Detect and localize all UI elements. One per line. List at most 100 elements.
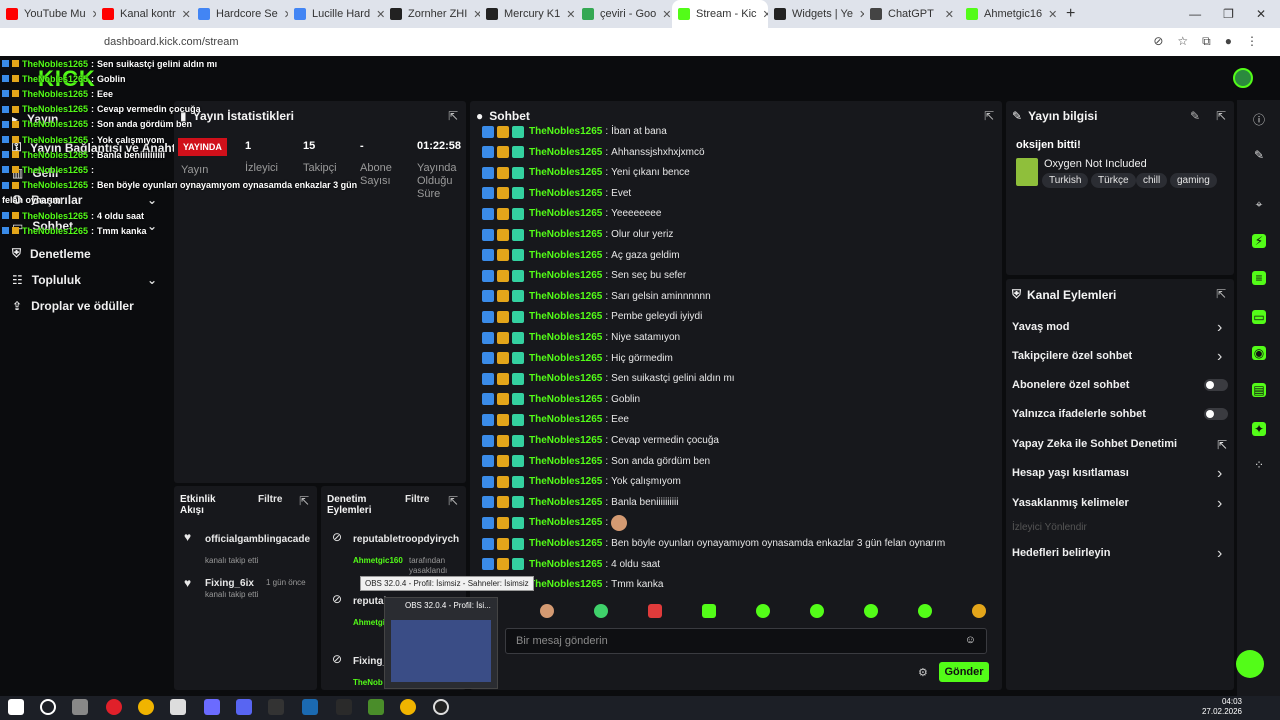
windows-start-icon[interactable] xyxy=(8,699,24,715)
chat-message[interactable]: TheNobles1265: Banla beniiiiiiiiii xyxy=(482,495,678,510)
chat-message[interactable]: TheNobles1265: Sen suikastçi gelini aldın… xyxy=(482,371,735,386)
chat-message[interactable]: TheNobles1265: Yeeeeeeee xyxy=(482,206,661,221)
popout-icon[interactable]: ⇱ xyxy=(1216,287,1226,301)
toggle-switch[interactable] xyxy=(1204,408,1228,420)
chat-message[interactable]: TheNobles1265: Eee xyxy=(482,412,629,427)
wrench-icon[interactable]: ✦ xyxy=(1252,422,1266,436)
chat-message[interactable]: TheNobles1265: Aç gaza geldim xyxy=(482,248,680,263)
bolt-icon[interactable]: ⚡ xyxy=(1252,234,1266,248)
browser-tab[interactable]: Ahmetgic16 ✕ xyxy=(960,0,1056,28)
chat-settings-icon[interactable]: ⚙ xyxy=(918,666,928,679)
chat-icon[interactable]: ▭ xyxy=(1252,310,1266,324)
channel-action-label[interactable]: Hedefleri belirleyin xyxy=(1012,547,1110,559)
apps-icon[interactable]: ⁘ xyxy=(1252,458,1266,472)
help-button[interactable] xyxy=(1236,650,1264,678)
browser-tab[interactable]: Stream - Kic ✕ xyxy=(672,0,768,28)
channel-action-label[interactable]: Yalnızca ifadelerle sohbet xyxy=(1012,408,1146,420)
send-button[interactable]: Gönder xyxy=(939,662,989,682)
clock[interactable]: 04:03 27.02.2026 xyxy=(1202,697,1242,717)
taskview-icon[interactable] xyxy=(72,699,88,715)
chat-username[interactable]: TheNobles1265 xyxy=(529,353,602,364)
opera-icon[interactable] xyxy=(106,699,122,715)
chat-message[interactable]: TheNobles1265: Olur olur yeriz xyxy=(482,227,673,242)
chat-username[interactable]: TheNobles1265 xyxy=(529,250,602,261)
mod-by[interactable]: Ahmetgic160 xyxy=(353,556,403,565)
app-icon[interactable] xyxy=(336,699,352,715)
chat-message[interactable]: TheNobles1265: xyxy=(482,514,628,531)
profile-icon[interactable]: ● xyxy=(1225,34,1232,49)
chevron-right-icon[interactable]: › xyxy=(1217,319,1222,337)
channel-action-label[interactable]: Yapay Zeka ile Sohbet Denetimi xyxy=(1012,438,1177,450)
browser-tab[interactable]: Hardcore Se✕ xyxy=(192,0,288,28)
chat-message[interactable]: TheNobles1265: Ahhanssjshxhxjxmcö xyxy=(482,145,705,160)
channel-action-label[interactable]: Abonelere özel sohbet xyxy=(1012,379,1129,391)
emote-icon[interactable] xyxy=(810,604,824,618)
nav-item[interactable]: ⛨ Denetleme xyxy=(12,246,91,261)
chat-username[interactable]: TheNobles1265 xyxy=(529,373,602,384)
stream-tag[interactable]: gaming xyxy=(1170,173,1217,188)
emote-icon[interactable] xyxy=(972,604,986,618)
eye-off-icon[interactable]: ⊘ xyxy=(1153,34,1163,49)
chat-message[interactable]: TheNobles1265: Hiç görmedim xyxy=(482,351,673,366)
chat-username[interactable]: TheNobles1265 xyxy=(529,394,602,405)
chat-username[interactable]: TheNobles1265 xyxy=(529,517,602,528)
list-icon[interactable]: ≡ xyxy=(1252,271,1266,285)
toggle-switch[interactable] xyxy=(1204,379,1228,391)
popout-icon[interactable]: ⇱ xyxy=(299,494,309,508)
chat-message[interactable]: TheNobles1265: Goblin xyxy=(482,392,640,407)
stream-tag[interactable]: Türkçe xyxy=(1091,173,1136,188)
close-tab-icon[interactable]: ✕ xyxy=(1048,8,1056,21)
chrome-icon[interactable] xyxy=(400,699,416,715)
focus-icon[interactable]: ⌖ xyxy=(1252,197,1266,211)
browser-tab[interactable]: çeviri - Goo ✕ xyxy=(576,0,672,28)
popout-icon[interactable]: ⇱ xyxy=(984,109,994,123)
mod-by[interactable]: Ahmetgi xyxy=(353,618,385,627)
maximize-icon[interactable]: ❐ xyxy=(1223,7,1234,21)
extensions-icon[interactable]: ⧉ xyxy=(1202,34,1211,49)
chat-username[interactable]: TheNobles1265 xyxy=(529,435,602,446)
chat-input[interactable]: Bir mesaj gönderin ☺ xyxy=(505,628,987,654)
obs-icon[interactable] xyxy=(433,699,449,715)
chat-username[interactable]: TheNobles1265 xyxy=(529,188,602,199)
nav-item[interactable]: ⇪ Droplar ve ödüller xyxy=(12,299,134,313)
store-icon[interactable] xyxy=(170,699,186,715)
channel-action-label[interactable]: Takipçilere özel sohbet xyxy=(1012,350,1132,362)
chat-message[interactable]: TheNobles1265: Pembe geleydi iyiydi xyxy=(482,309,702,324)
chat-message[interactable]: TheNobles1265: Niye satamıyon xyxy=(482,330,680,345)
emote-icon[interactable] xyxy=(648,604,662,618)
chat-username[interactable]: TheNobles1265 xyxy=(529,456,602,467)
chat-username[interactable]: TheNobles1265 xyxy=(529,291,602,302)
search-icon[interactable] xyxy=(40,699,56,715)
chat-username[interactable]: TheNobles1265 xyxy=(529,579,602,590)
chat-username[interactable]: TheNobles1265 xyxy=(529,311,602,322)
emote-icon[interactable] xyxy=(702,604,716,618)
browser-tab[interactable]: Mercury K1 ✕ xyxy=(480,0,576,28)
popout-icon[interactable]: ⇱ xyxy=(448,494,458,508)
channel-action-label[interactable]: Yavaş mod xyxy=(1012,321,1069,333)
emote-icon[interactable] xyxy=(594,604,608,618)
chat-message[interactable]: TheNobles1265: İban at bana xyxy=(482,124,667,139)
chat-message[interactable]: TheNobles1265:4 oldu saat xyxy=(482,557,660,572)
close-tab-icon[interactable]: ✕ xyxy=(945,8,954,21)
stream-tag[interactable]: Turkish xyxy=(1042,173,1089,188)
close-tab-icon[interactable]: ✕ xyxy=(473,8,480,21)
chevron-right-icon[interactable]: › xyxy=(1217,465,1222,483)
minimize-icon[interactable]: — xyxy=(1189,7,1201,21)
copilot-icon[interactable] xyxy=(204,699,220,715)
popout-icon[interactable]: ⇱ xyxy=(1216,109,1226,123)
obs-thumbnail[interactable]: OBS 32.0.4 - Profil: İsi... xyxy=(384,597,498,689)
chat-username[interactable]: TheNobles1265 xyxy=(529,147,602,158)
external-link-icon[interactable]: ⇱ xyxy=(1217,438,1227,452)
mod-target[interactable]: reputabletroopdyirych xyxy=(353,534,463,545)
chat-username[interactable]: TheNobles1265 xyxy=(529,126,602,137)
chat-message[interactable]: TheNobles1265: Ben böyle oyunları oynayam… xyxy=(482,536,945,551)
pencil-icon[interactable]: ✎ xyxy=(1252,148,1266,162)
star-icon[interactable]: ☆ xyxy=(1177,34,1188,49)
epic-icon[interactable] xyxy=(268,699,284,715)
emote-icon[interactable] xyxy=(756,604,770,618)
info-icon[interactable]: ⓘ xyxy=(1252,111,1266,127)
url-text[interactable]: dashboard.kick.com/stream xyxy=(104,36,239,48)
chat-username[interactable]: TheNobles1265 xyxy=(529,270,602,281)
browser-tab[interactable]: Zornher ZHI ✕ xyxy=(384,0,480,28)
chat-message[interactable]: TheNobles1265: Sen seç bu sefer xyxy=(482,268,686,283)
